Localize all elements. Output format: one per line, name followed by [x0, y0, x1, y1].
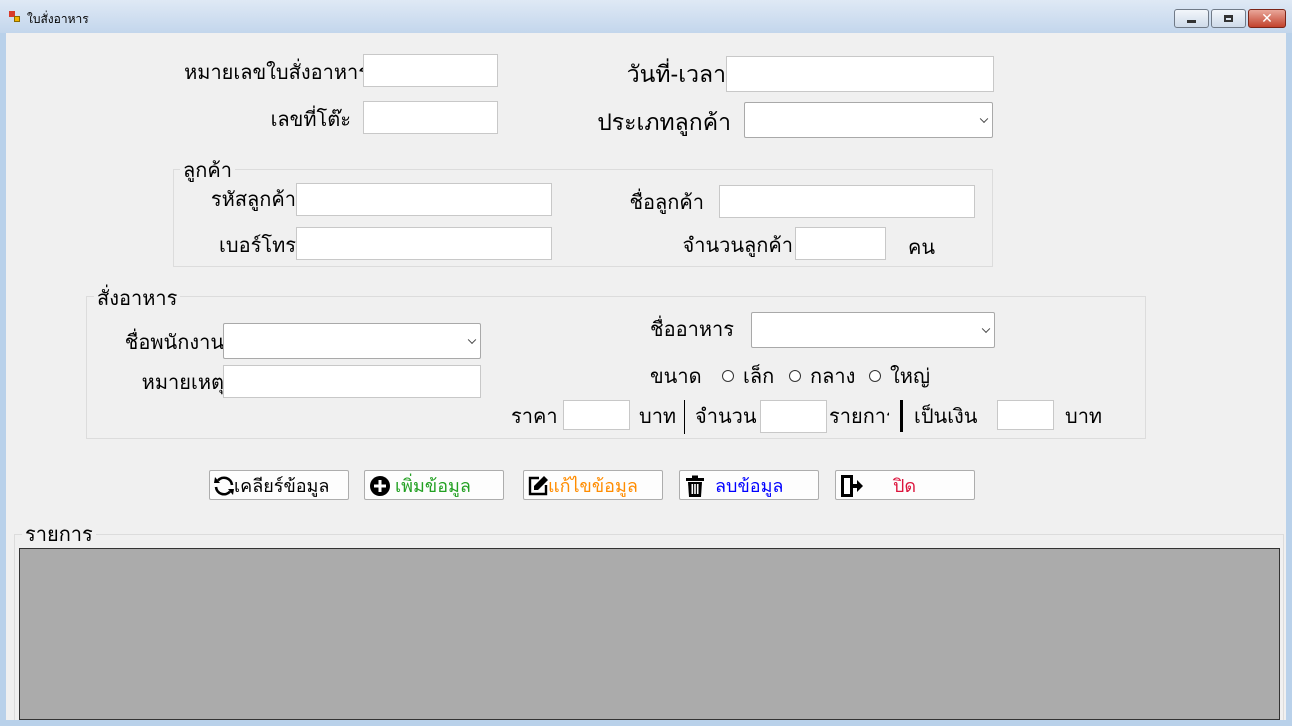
add-button-label: เพิ่มข้อมูล — [395, 476, 471, 496]
total-input[interactable] — [997, 400, 1054, 430]
form-client-area: หมายเลขใบสั่งอาหาร วันที่-เวลา เลขที่โต๊… — [6, 33, 1286, 720]
close-button-label: ปิด — [893, 476, 917, 496]
price-label: ราคา — [511, 406, 558, 428]
list-group-label: รายการ — [22, 525, 96, 545]
food-name-combobox[interactable] — [751, 312, 995, 348]
size-large-label: ใหญ่ — [890, 366, 930, 388]
refresh-icon — [214, 476, 234, 496]
maximize-button[interactable] — [1211, 9, 1246, 28]
trash-icon — [686, 475, 704, 497]
customer-id-input[interactable] — [296, 183, 552, 216]
app-icon — [9, 11, 20, 22]
edit-button[interactable]: แก้ไขข้อมูล — [523, 470, 663, 500]
plus-circle-icon — [370, 476, 390, 496]
delete-button[interactable]: ลบข้อมูล — [679, 470, 819, 500]
delete-button-label: ลบข้อมูล — [715, 476, 784, 496]
size-large-radio[interactable] — [869, 370, 881, 382]
clear-button[interactable]: เคลียร์ข้อมูล — [209, 470, 349, 500]
customer-name-label: ชื่อลูกค้า — [629, 192, 704, 214]
datetime-label: วันที่-เวลา — [626, 61, 726, 87]
order-items-grid[interactable] — [19, 548, 1280, 720]
order-no-label: หมายเลขใบสั่งอาหาร — [184, 62, 369, 84]
total-label: เป็นเงิน — [914, 406, 978, 428]
food-name-label: ชื่ออาหาร — [650, 319, 734, 341]
customer-id-label: รหัสลูกค้า — [210, 189, 296, 211]
customer-count-unit: คน — [908, 237, 936, 259]
note-label: หมายเหตุ — [141, 372, 224, 394]
size-label: ขนาด — [650, 366, 702, 388]
minimize-icon — [1187, 20, 1196, 23]
close-window-button[interactable]: ✕ — [1248, 9, 1286, 28]
order-group-label: สั่งอาหาร — [94, 289, 181, 309]
quantity-label: จำนวน — [695, 406, 757, 428]
chevron-down-icon — [979, 114, 989, 124]
table-no-label: เลขที่โต๊ะ — [270, 109, 351, 131]
note-input[interactable] — [223, 365, 481, 398]
phone-label: เบอร์โทร — [219, 235, 296, 257]
size-small-label: เล็ก — [743, 366, 775, 388]
customer-name-input[interactable] — [719, 185, 975, 218]
maximize-icon — [1224, 15, 1233, 22]
edit-icon — [528, 476, 548, 496]
customer-count-label: จำนวนลูกค้า — [682, 235, 794, 257]
price-unit-label: บาท — [639, 407, 677, 428]
title-bar: ใบสั่งอาหาร ✕ — [0, 0, 1292, 33]
quantity-unit-label: รายการ — [829, 407, 889, 428]
employee-combobox[interactable] — [223, 323, 481, 359]
total-unit-label: บาท — [1065, 406, 1103, 428]
quantity-input[interactable] — [760, 400, 827, 433]
customer-count-input[interactable] — [795, 227, 886, 260]
employee-label: ชื่อพนักงาน — [124, 332, 224, 354]
datetime-input[interactable] — [726, 56, 994, 92]
edit-button-label: แก้ไขข้อมูล — [548, 476, 638, 496]
size-medium-radio[interactable] — [789, 370, 801, 382]
customer-type-label: ประเภทลูกค้า — [597, 109, 731, 135]
price-input[interactable] — [563, 400, 630, 430]
phone-input[interactable] — [296, 227, 552, 260]
customer-group-label: ลูกค้า — [180, 161, 235, 181]
customer-type-combobox[interactable] — [744, 102, 993, 138]
minimize-button[interactable] — [1174, 9, 1209, 28]
exit-icon — [841, 475, 863, 497]
table-no-input[interactable] — [363, 101, 498, 134]
clear-button-label: เคลียร์ข้อมูล — [234, 476, 330, 496]
separator — [684, 400, 685, 434]
close-button[interactable]: ปิด — [835, 470, 975, 500]
separator — [900, 400, 903, 432]
add-button[interactable]: เพิ่มข้อมูล — [364, 470, 504, 500]
size-small-radio[interactable] — [722, 370, 734, 382]
close-icon: ✕ — [1261, 10, 1273, 27]
order-no-input[interactable] — [363, 54, 498, 87]
window-title: ใบสั่งอาหาร — [27, 12, 89, 26]
chevron-down-icon — [467, 335, 477, 345]
chevron-down-icon — [981, 324, 991, 334]
size-medium-label: กลาง — [810, 366, 856, 388]
